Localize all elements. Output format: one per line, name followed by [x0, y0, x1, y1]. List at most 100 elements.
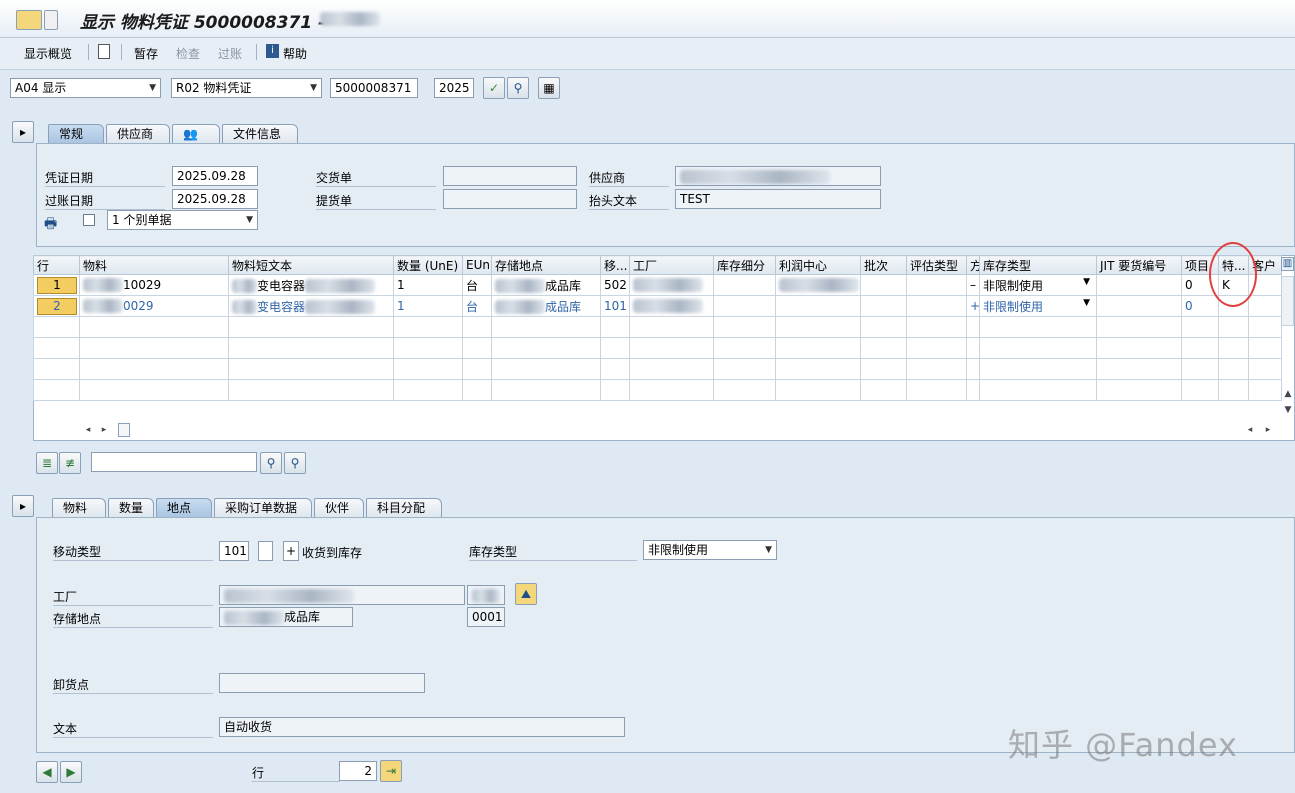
row-input[interactable]: 2: [339, 761, 377, 781]
execute-icon[interactable]: ✓: [483, 77, 505, 99]
col-header[interactable]: 利润中心: [775, 255, 861, 275]
table-row[interactable]: 2 0029 变电容器 1 台 成品库 101 + 非限制使用 ▼ 0: [33, 295, 1282, 317]
column-settings-icon[interactable]: ▥: [1281, 257, 1294, 271]
bill-of-lading-field[interactable]: [443, 189, 577, 209]
col-header[interactable]: 数量 (UnE): [393, 255, 463, 275]
scroll-left-icon[interactable]: ◂: [82, 424, 94, 436]
chevron-down-icon[interactable]: ▼: [1083, 277, 1090, 287]
text-field[interactable]: 自动收货: [219, 717, 625, 737]
col-header[interactable]: JIT 要货编号: [1096, 255, 1182, 275]
table-row[interactable]: [33, 358, 1282, 380]
stock-type-select[interactable]: 非限制使用: [643, 540, 777, 560]
previous-item-icon[interactable]: ◀: [36, 761, 58, 783]
stock-type-cell[interactable]: 非限制使用: [983, 279, 1043, 293]
redacted: [83, 278, 123, 293]
col-header[interactable]: 库存类型: [979, 255, 1097, 275]
col-header[interactable]: 存储地点: [491, 255, 601, 275]
help-button[interactable]: 帮助: [283, 45, 307, 62]
reference-select[interactable]: R02 物料凭证: [171, 78, 322, 98]
tab-partner[interactable]: 👥: [172, 124, 220, 144]
overview-button[interactable]: 显示概览: [24, 45, 72, 62]
col-header[interactable]: 批次: [860, 255, 907, 275]
tab-quantity[interactable]: 数量: [108, 498, 154, 518]
tab-po-data[interactable]: 采购订单数据: [214, 498, 312, 518]
horizontal-scroll-thumb[interactable]: [118, 423, 130, 437]
row-select-button[interactable]: 2: [37, 297, 77, 315]
col-header[interactable]: EUn: [462, 255, 492, 275]
scroll-right-icon[interactable]: ▸: [98, 424, 110, 436]
search-icon[interactable]: ⚲: [507, 77, 529, 99]
help-icon[interactable]: i: [266, 44, 279, 58]
select-all-icon[interactable]: ≣: [36, 452, 58, 474]
plant-detail-icon[interactable]: ⛰: [515, 583, 537, 605]
col-header[interactable]: 行: [33, 255, 80, 275]
tab-general[interactable]: 常规: [48, 124, 104, 144]
tab-vendor[interactable]: 供应商: [106, 124, 170, 144]
collapse-header-icon[interactable]: ▸: [12, 121, 34, 143]
redacted: [495, 300, 545, 314]
doc-number-input[interactable]: 5000008371: [330, 78, 418, 98]
table-row[interactable]: [33, 379, 1282, 401]
find-next-icon[interactable]: ⚲: [284, 452, 306, 474]
delivery-note-field[interactable]: [443, 166, 577, 186]
grid-search-input[interactable]: [91, 452, 257, 472]
scroll-right-icon[interactable]: ▸: [1262, 424, 1274, 436]
table-row[interactable]: [33, 316, 1282, 338]
hold-button[interactable]: 暂存: [134, 45, 158, 62]
plant-code-field[interactable]: [467, 585, 505, 605]
col-header[interactable]: 评估类型: [906, 255, 967, 275]
col-header[interactable]: 物料: [79, 255, 229, 275]
col-header[interactable]: 库存细分: [713, 255, 776, 275]
mvt-indicator-field[interactable]: [258, 541, 273, 561]
menu-toggle-button[interactable]: [44, 10, 58, 30]
plant-field[interactable]: [219, 585, 465, 605]
doc-date-field[interactable]: 2025.09.28: [172, 166, 258, 186]
vendor-field[interactable]: [675, 166, 881, 186]
print-icon[interactable]: 🖶: [44, 213, 57, 237]
chevron-down-icon[interactable]: ▼: [1083, 298, 1090, 308]
deselect-all-icon[interactable]: ≢: [59, 452, 81, 474]
col-header[interactable]: 移...: [600, 255, 630, 275]
text-label: 文本: [53, 720, 213, 738]
post-date-field[interactable]: 2025.09.28: [172, 189, 258, 209]
table-row[interactable]: [33, 337, 1282, 359]
toolbar-separator: [256, 44, 257, 60]
scroll-left-icon[interactable]: ◂: [1244, 424, 1256, 436]
sloc-code-field[interactable]: 0001: [467, 607, 505, 627]
col-header[interactable]: 工厂: [629, 255, 714, 275]
header-text-field[interactable]: TEST: [675, 189, 881, 209]
system-menu-button[interactable]: [16, 10, 42, 30]
col-header[interactable]: 物料短文本: [228, 255, 394, 275]
unloading-point-field[interactable]: [219, 673, 425, 693]
col-header[interactable]: 方: [966, 255, 980, 275]
check-button[interactable]: 检查: [176, 45, 200, 62]
redacted: [305, 279, 376, 293]
slip-select[interactable]: 1 个别单据: [107, 210, 258, 230]
tab-doc-info[interactable]: 文件信息: [222, 124, 298, 144]
mvt-sign-field[interactable]: +: [283, 541, 299, 561]
tab-partner[interactable]: 伙伴: [314, 498, 364, 518]
row-select-button[interactable]: 1: [37, 276, 77, 294]
stock-type-cell[interactable]: 非限制使用: [983, 300, 1043, 314]
vertical-scrollbar[interactable]: [1281, 276, 1294, 326]
tab-where[interactable]: 地点: [156, 498, 212, 518]
sloc-field[interactable]: 成品库: [219, 607, 353, 627]
mvt-type-field[interactable]: 101: [219, 541, 249, 561]
tab-material[interactable]: 物料: [52, 498, 106, 518]
grid-layout-icon[interactable]: ▦: [538, 77, 560, 99]
scroll-down-icon[interactable]: ▼: [1282, 404, 1294, 416]
go-to-row-icon[interactable]: ⇥: [380, 760, 402, 782]
action-select[interactable]: A04 显示: [10, 78, 161, 98]
next-item-icon[interactable]: ▶: [60, 761, 82, 783]
new-document-icon[interactable]: [98, 44, 110, 59]
year-input[interactable]: 2025: [434, 78, 474, 98]
post-button[interactable]: 过账: [218, 45, 242, 62]
find-icon[interactable]: ⚲: [260, 452, 282, 474]
sign-cell: –: [966, 274, 980, 296]
print-checkbox[interactable]: [83, 214, 95, 226]
grid-header-row: 行 物料 物料短文本 数量 (UnE) EUn 存储地点 移... 工厂 库存细…: [33, 255, 1282, 275]
collapse-detail-icon[interactable]: ▸: [12, 495, 34, 517]
scroll-up-icon[interactable]: ▲: [1282, 388, 1294, 400]
tab-account-assignment[interactable]: 科目分配: [366, 498, 442, 518]
table-row[interactable]: 1 10029 变电容器 1 台 成品库 502 – 非限制使用 ▼ 0 K: [33, 274, 1282, 296]
